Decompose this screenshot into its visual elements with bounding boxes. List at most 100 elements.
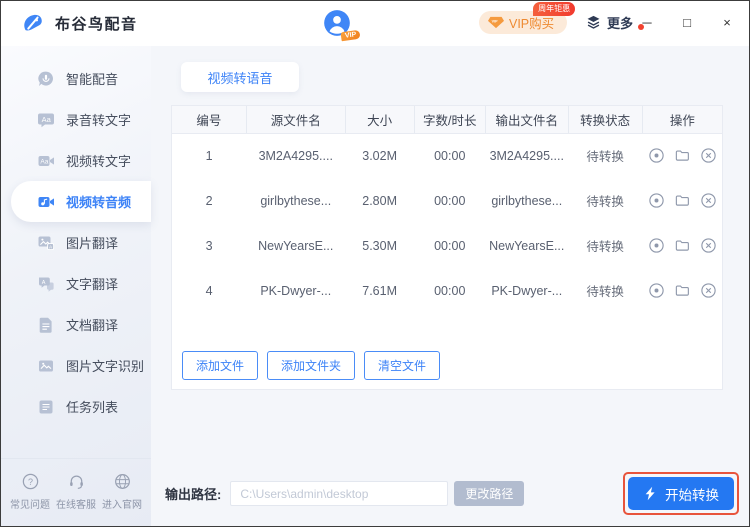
more-menu-button[interactable]: 更多 (585, 13, 645, 32)
add-folder-button[interactable]: 添加文件夹 (267, 351, 356, 380)
svg-text:?: ? (28, 477, 33, 487)
video-to-text-icon: Aa (37, 152, 55, 170)
cell-source: girlbythese... (260, 193, 332, 208)
sidebar-item-video-to-audio[interactable]: 视频转音频 (11, 181, 151, 222)
vip-gem-icon: VIP (488, 16, 504, 29)
table-header-row: 编号 源文件名 大小 字数/时长 输出文件名 转换状态 操作 (172, 106, 722, 134)
start-convert-button[interactable]: 开始转换 (628, 477, 734, 510)
open-folder-icon[interactable] (674, 192, 691, 209)
svg-text:A: A (42, 279, 46, 285)
remove-icon[interactable] (700, 147, 717, 164)
remove-icon[interactable] (700, 282, 717, 299)
column-header-5: 转换状态 (568, 106, 643, 134)
sidebar-footer: ? 常见问题 在线客服 进入官网 (1, 458, 151, 526)
cell-output: 3M2A4295.... (489, 148, 564, 163)
sidebar-item-ai-dubbing[interactable]: 智能配音 (1, 58, 151, 99)
file-list-panel: 编号 源文件名 大小 字数/时长 输出文件名 转换状态 操作 1 3M2A4295.... 3.… (171, 105, 723, 390)
sidebar-item-audio-to-text[interactable]: Aa 录音转文字 (1, 99, 151, 140)
cell-duration: 00:00 (434, 148, 466, 163)
sidebar-item-doc-translate[interactable]: 文档翻译 (1, 304, 151, 345)
app-window: 布谷鸟配音 VIP VIP VIP购买 周年钜惠 更多 ─ □ × 智能配音 A… (0, 0, 750, 527)
minimize-button[interactable]: ─ (639, 14, 655, 32)
cell-source: PK-Dwyer-... (260, 283, 332, 298)
column-header-0: 编号 (172, 106, 247, 134)
add-file-button[interactable]: 添加文件 (182, 351, 259, 380)
preview-icon[interactable] (648, 192, 665, 209)
change-path-button[interactable]: 更改路径 (454, 481, 525, 506)
logo-group: 布谷鸟配音 (19, 10, 138, 37)
clear-files-button[interactable]: 清空文件 (364, 351, 441, 380)
cell-no: 4 (205, 283, 213, 298)
app-title: 布谷鸟配音 (55, 16, 138, 33)
tab-video-to-speech[interactable]: 视频转语音 (181, 62, 299, 92)
sidebar: 智能配音 Aa 录音转文字 Aa 视频转文字 视频转音频 A 图片翻译 A 文字… (1, 46, 151, 526)
cell-status: 待转换 (586, 240, 624, 254)
output-path-input[interactable] (230, 481, 449, 506)
sidebar-item-image-ocr[interactable]: 图片文字识别 (1, 345, 151, 386)
cell-actions (642, 223, 722, 268)
cell-actions (642, 133, 722, 178)
bottom-bar: 输出路径: 更改路径 开始转换 (165, 472, 739, 515)
sidebar-footer-website[interactable]: 进入官网 (102, 472, 142, 511)
svg-text:Aa: Aa (42, 114, 52, 123)
cell-duration: 00:00 (434, 283, 466, 298)
task-list-icon (37, 398, 55, 416)
cell-status: 待转换 (586, 150, 624, 165)
column-header-1: 源文件名 (246, 106, 346, 134)
cell-size: 2.80M (362, 193, 397, 208)
text-translate-icon: A (37, 275, 55, 293)
window-controls: ─ □ × (639, 14, 735, 32)
sidebar-item-image-translate[interactable]: A 图片翻译 (1, 222, 151, 263)
sidebar-footer-faq[interactable]: ? 常见问题 (10, 472, 50, 511)
cell-status: 待转换 (586, 285, 624, 299)
doc-translate-icon (37, 316, 55, 334)
video-to-audio-icon (37, 193, 55, 211)
preview-icon[interactable] (648, 147, 665, 164)
globe-icon (113, 472, 132, 491)
cell-output: NewYearsE... (489, 238, 565, 253)
image-ocr-icon (37, 357, 55, 375)
avatar-vip-badge: VIP (340, 29, 361, 42)
cell-size: 5.30M (362, 238, 397, 253)
preview-icon[interactable] (648, 237, 665, 254)
svg-text:Aa: Aa (40, 158, 48, 165)
open-folder-icon[interactable] (674, 237, 691, 254)
user-avatar[interactable]: VIP (323, 9, 361, 42)
column-header-3: 字数/时长 (414, 106, 486, 134)
cell-no: 3 (205, 238, 213, 253)
table-row: 4 PK-Dwyer-... 7.61M 00:00 PK-Dwyer-... 待转换 (172, 268, 722, 313)
close-button[interactable]: × (719, 14, 735, 32)
sidebar-footer-support[interactable]: 在线客服 (56, 472, 96, 511)
app-logo-bird-icon (19, 10, 46, 37)
maximize-button[interactable]: □ (679, 14, 695, 32)
cell-size: 7.61M (362, 283, 397, 298)
svg-text:VIP: VIP (492, 20, 498, 24)
cell-source: NewYearsE... (258, 238, 334, 253)
remove-icon[interactable] (700, 237, 717, 254)
annotation-highlight-box: 开始转换 (623, 472, 739, 515)
image-translate-icon: A (37, 234, 55, 252)
cell-output: girlbythese... (491, 193, 563, 208)
cell-duration: 00:00 (434, 238, 466, 253)
table-row: 1 3M2A4295.... 3.02M 00:00 3M2A4295.... 待转换 (172, 133, 722, 178)
cell-no: 2 (205, 193, 213, 208)
sidebar-item-task-list[interactable]: 任务列表 (1, 386, 151, 427)
file-table: 编号 源文件名 大小 字数/时长 输出文件名 转换状态 操作 1 3M2A4295.... 3.… (172, 106, 722, 313)
start-convert-label: 开始转换 (665, 487, 719, 503)
sidebar-item-video-to-text[interactable]: Aa 视频转文字 (1, 140, 151, 181)
cell-output: PK-Dwyer-... (491, 283, 563, 298)
cell-no: 1 (205, 148, 213, 163)
preview-icon[interactable] (648, 282, 665, 299)
sidebar-item-text-translate[interactable]: A 文字翻译 (1, 263, 151, 304)
remove-icon[interactable] (700, 192, 717, 209)
panel-actions: 添加文件 添加文件夹 清空文件 (182, 351, 441, 380)
cell-actions (642, 268, 722, 313)
voice-bubble-icon (37, 70, 55, 88)
open-folder-icon[interactable] (674, 282, 691, 299)
table-row: 2 girlbythese... 2.80M 00:00 girlbythese... 待… (172, 178, 722, 223)
column-header-6: 操作 (642, 106, 722, 134)
customer-service-icon (67, 472, 86, 491)
cell-source: 3M2A4295.... (258, 148, 333, 163)
vip-purchase-button[interactable]: VIP VIP购买 周年钜惠 (479, 2, 576, 34)
open-folder-icon[interactable] (674, 147, 691, 164)
